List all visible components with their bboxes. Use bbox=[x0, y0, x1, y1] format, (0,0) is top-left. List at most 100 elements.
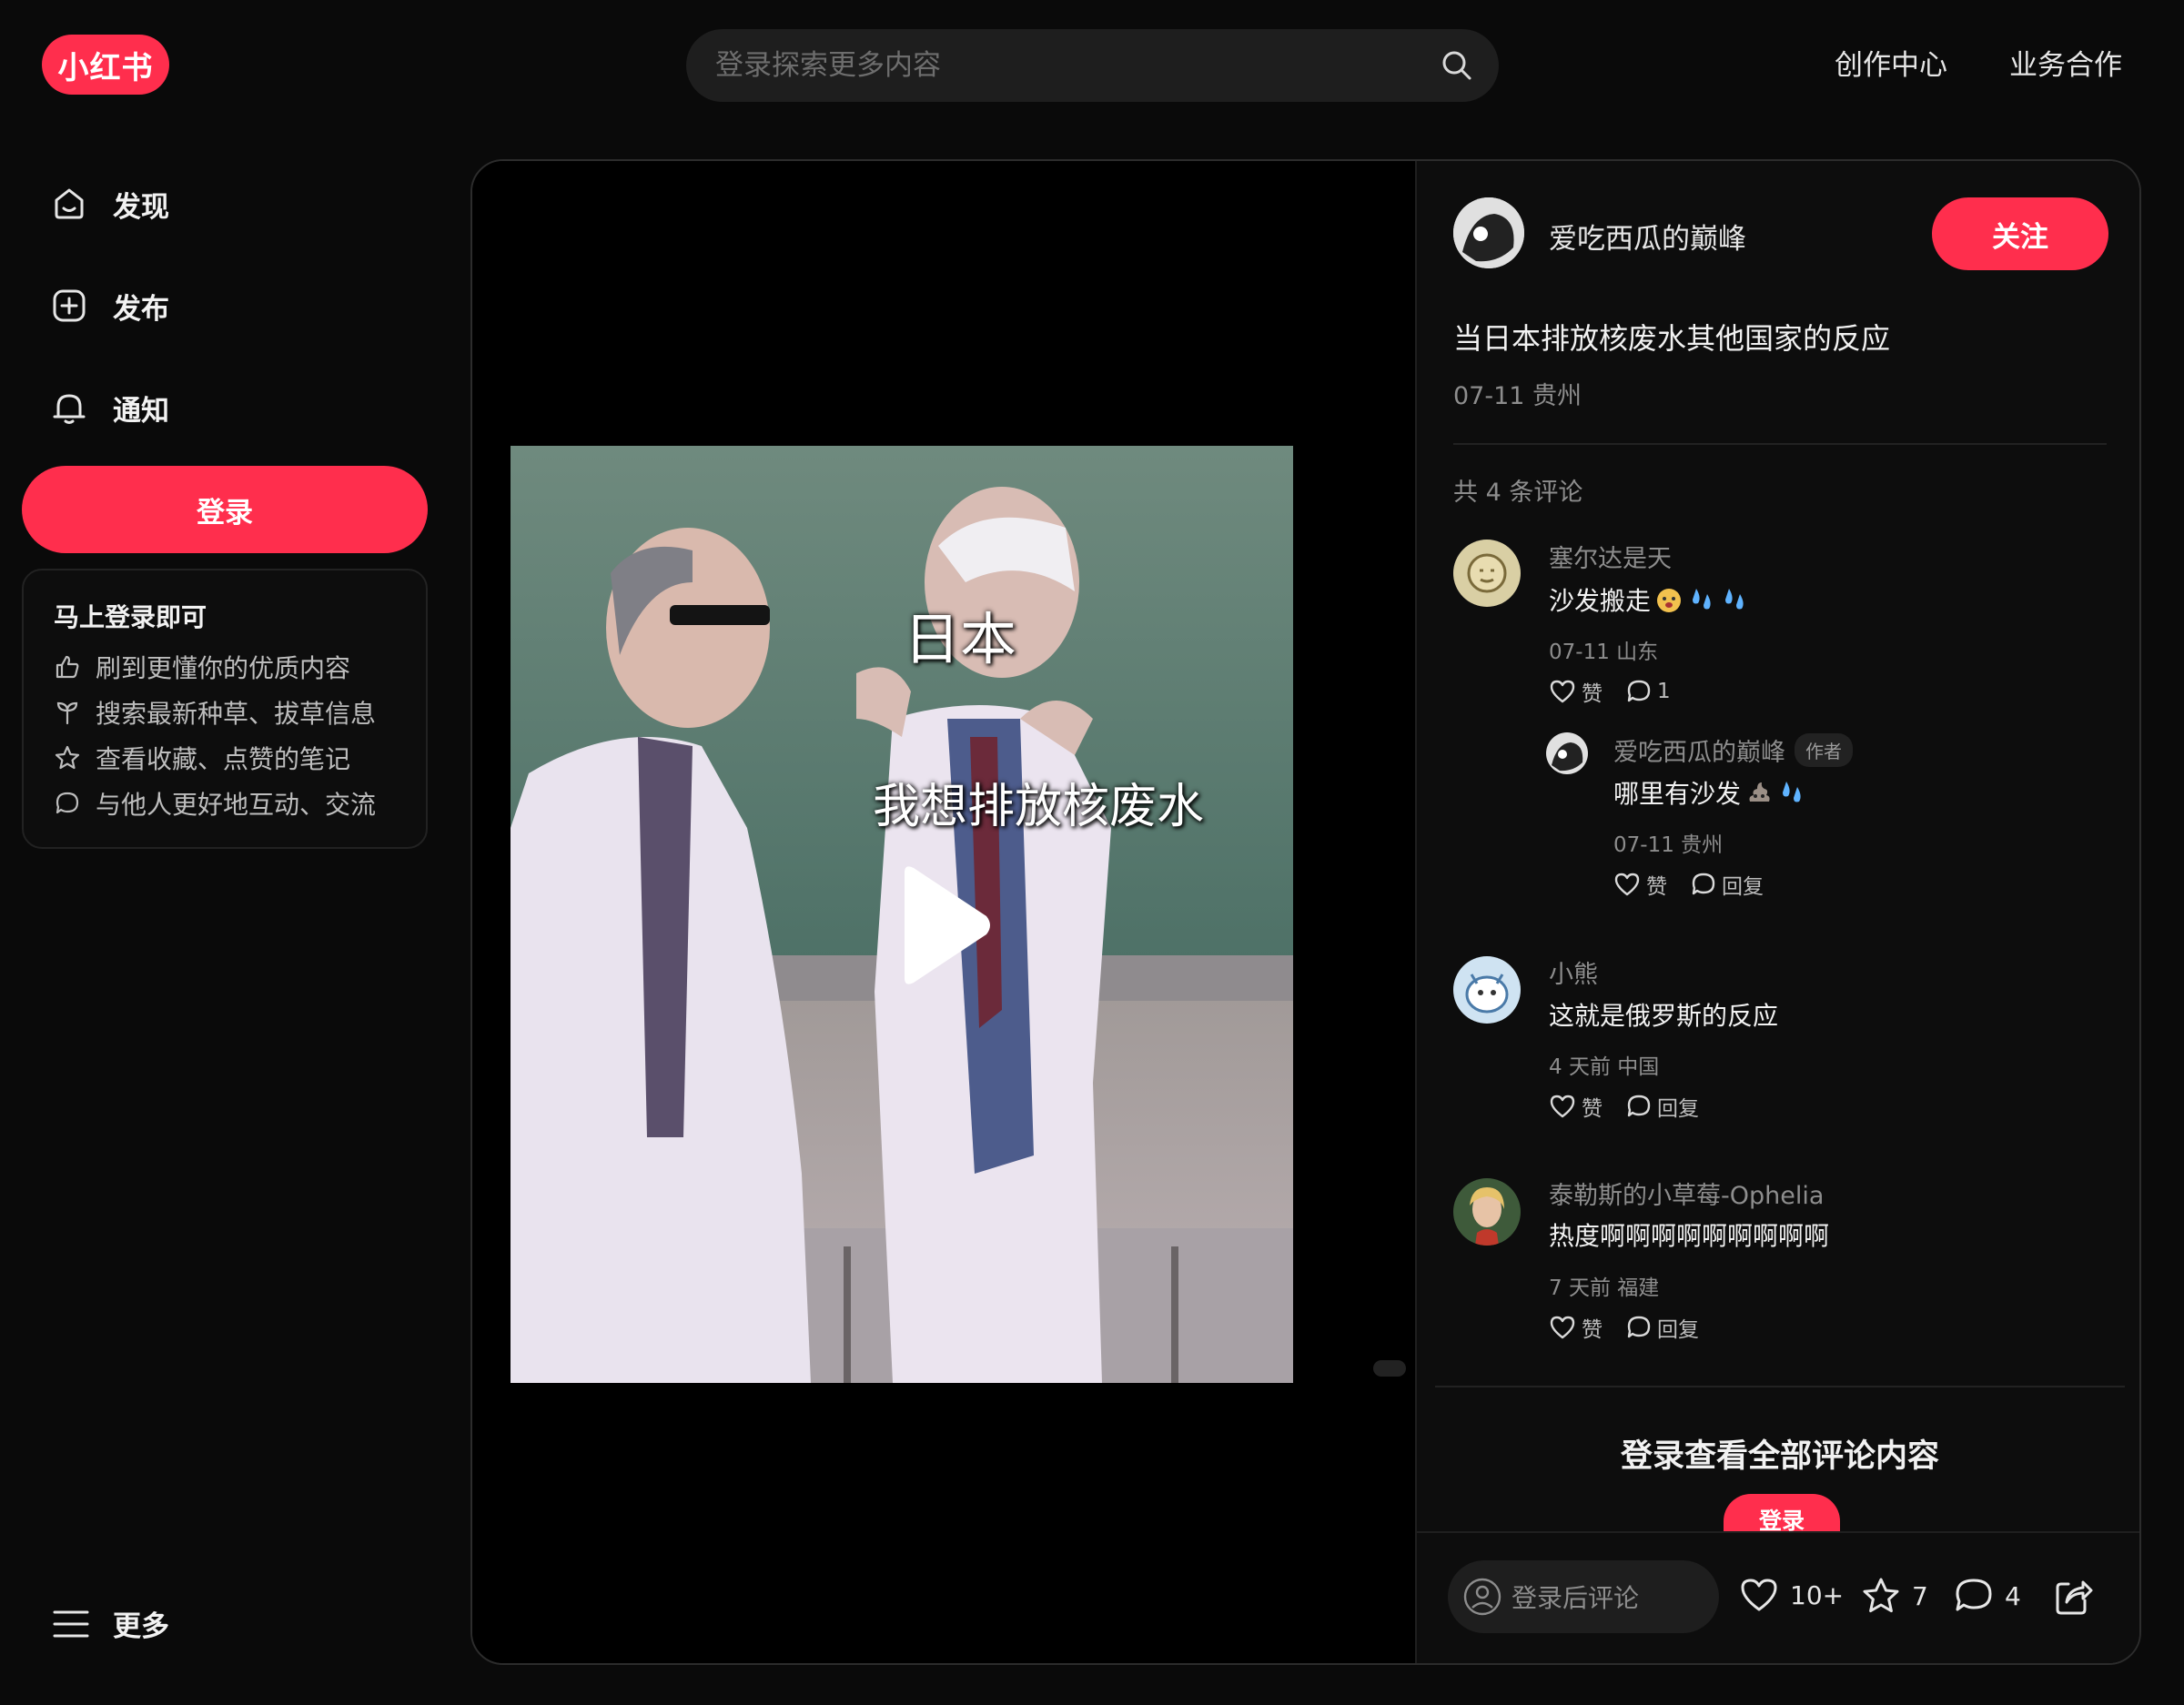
promo-row: 查看收藏、点赞的笔记 bbox=[54, 740, 350, 776]
login-promo-card: 马上登录即可 刷到更懂你的优质内容 搜索最新种草、拔草信息 查看收藏、点赞的笔记… bbox=[22, 569, 428, 849]
reply-meta: 07-11 贵州 bbox=[1613, 833, 1724, 857]
reply-label[interactable]: 回复 bbox=[1722, 869, 1764, 900]
reply-body: 哪里有沙发 bbox=[1613, 774, 1806, 811]
reply-icon[interactable] bbox=[1626, 1315, 1652, 1340]
emoji-sweat-icon bbox=[1687, 585, 1716, 614]
collect-count: 7 bbox=[1912, 1580, 1928, 1611]
note-date-location: 07-11 贵州 bbox=[1453, 382, 1582, 410]
reply-icon[interactable] bbox=[1691, 872, 1716, 897]
menu-icon bbox=[53, 1609, 89, 1639]
comment-author[interactable]: 塞尔达是天 bbox=[1549, 539, 1672, 574]
sidebar-item-label: 发布 bbox=[113, 292, 169, 326]
reply-label[interactable]: 回复 bbox=[1657, 1091, 1699, 1122]
bell-icon bbox=[51, 389, 87, 426]
comment-author[interactable]: 泰勒斯的小草莓-Ophelia bbox=[1549, 1175, 1824, 1211]
sidebar-item-label: 发现 bbox=[113, 190, 169, 224]
reply-actions: 赞 回复 bbox=[1613, 869, 1787, 900]
login-button[interactable]: 登录 bbox=[22, 466, 428, 553]
reply-icon[interactable] bbox=[1626, 679, 1652, 704]
comment-count-button[interactable]: 4 bbox=[1954, 1577, 2021, 1615]
plus-square-icon bbox=[51, 288, 87, 324]
promo-text: 刷到更懂你的优质内容 bbox=[96, 653, 351, 683]
like-label[interactable]: 赞 bbox=[1582, 1091, 1603, 1122]
heart-icon[interactable] bbox=[1549, 1315, 1576, 1340]
video-caption-middle: 我想排放核废水 bbox=[872, 780, 1205, 834]
heart-icon[interactable] bbox=[1613, 872, 1641, 897]
reply-text: 哪里有沙发 bbox=[1613, 779, 1742, 809]
engagement-bar: 登录后评论 10+ 7 4 bbox=[1417, 1531, 2139, 1663]
author-avatar[interactable] bbox=[1453, 197, 1524, 268]
comment-text: 沙发搬走 bbox=[1549, 586, 1652, 616]
thumb-up-icon bbox=[54, 653, 81, 681]
note-title: 当日本排放核废水其他国家的反应 bbox=[1453, 321, 1891, 356]
author-tag: 作者 bbox=[1795, 733, 1853, 767]
sidebar-item-notifications[interactable]: 通知 bbox=[51, 380, 415, 435]
search-icon[interactable] bbox=[1441, 49, 1473, 82]
promo-text: 搜索最新种草、拔草信息 bbox=[96, 699, 377, 729]
emoji-face-icon bbox=[1654, 585, 1684, 614]
comment-text: 这就是俄罗斯的反应 bbox=[1549, 1001, 1779, 1031]
sidebar-item-label: 通知 bbox=[113, 394, 169, 428]
divider bbox=[1435, 1386, 2125, 1387]
share-icon bbox=[2054, 1577, 2094, 1617]
comment-actions: 赞 1 bbox=[1549, 676, 1694, 707]
sprout-icon bbox=[54, 699, 81, 726]
follow-button[interactable]: 关注 bbox=[1932, 197, 2108, 270]
reply-header: 爱吃西瓜的巅峰 作者 bbox=[1613, 732, 1853, 768]
search-input[interactable]: 登录探索更多内容 bbox=[715, 29, 941, 102]
author-name[interactable]: 爱吃西瓜的巅峰 bbox=[1549, 216, 1746, 257]
more-menu[interactable]: 更多 bbox=[53, 1603, 169, 1644]
emoji-sweat-icon bbox=[1777, 778, 1806, 807]
reply-icon[interactable] bbox=[1626, 1094, 1652, 1119]
chat-bubble-icon bbox=[54, 790, 81, 817]
promo-row: 刷到更懂你的优质内容 bbox=[54, 649, 350, 685]
promo-row: 与他人更好地互动、交流 bbox=[54, 785, 376, 822]
collect-count-button[interactable]: 7 bbox=[1861, 1577, 1928, 1615]
reply-author[interactable]: 爱吃西瓜的巅峰 bbox=[1613, 732, 1785, 768]
creator-center-link[interactable]: 创作中心 bbox=[1835, 45, 1947, 86]
comment-actions: 赞 回复 bbox=[1549, 1312, 1723, 1343]
reply-label[interactable]: 回复 bbox=[1657, 1312, 1699, 1343]
emoji-poop-icon bbox=[1744, 778, 1774, 807]
like-count-button[interactable]: 10+ bbox=[1739, 1577, 1844, 1613]
comment-meta: 07-11 山东 bbox=[1549, 641, 1659, 664]
video-player[interactable]: 日本 我想排放核废水 bbox=[472, 161, 1415, 1663]
share-button[interactable] bbox=[2054, 1577, 2094, 1617]
video-badge bbox=[1373, 1360, 1406, 1377]
note-side-panel: 爱吃西瓜的巅峰 关注 当日本排放核废水其他国家的反应 07-11 贵州 共 4 … bbox=[1415, 161, 2139, 1663]
comment-count: 共 4 条评论 bbox=[1453, 479, 1583, 507]
reply-avatar[interactable] bbox=[1546, 732, 1588, 774]
reply-label[interactable]: 1 bbox=[1657, 680, 1671, 703]
sidebar-item-publish[interactable]: 发布 bbox=[51, 278, 415, 333]
like-label[interactable]: 赞 bbox=[1582, 676, 1603, 707]
promo-text: 与他人更好地互动、交流 bbox=[96, 790, 377, 820]
search-bar[interactable]: 登录探索更多内容 bbox=[686, 29, 1499, 102]
logo[interactable]: 小红书 bbox=[42, 35, 169, 95]
comment-input[interactable]: 登录后评论 bbox=[1448, 1560, 1719, 1633]
like-label[interactable]: 赞 bbox=[1582, 1312, 1603, 1343]
comment-avatar[interactable] bbox=[1453, 956, 1521, 1024]
comment-input-placeholder: 登录后评论 bbox=[1512, 1583, 1640, 1613]
chat-bubble-icon bbox=[1954, 1577, 1994, 1615]
promo-row: 搜索最新种草、拔草信息 bbox=[54, 694, 376, 731]
comment-actions: 赞 回复 bbox=[1549, 1091, 1723, 1122]
comment-meta: 4 天前 中国 bbox=[1549, 1055, 1660, 1079]
emoji-sweat-icon bbox=[1720, 585, 1749, 614]
like-label[interactable]: 赞 bbox=[1646, 869, 1667, 900]
comment-avatar[interactable] bbox=[1453, 540, 1521, 607]
sidebar-item-discover[interactable]: 发现 bbox=[51, 177, 415, 231]
comment-author[interactable]: 小熊 bbox=[1549, 954, 1598, 990]
play-icon[interactable] bbox=[886, 862, 996, 989]
heart-icon[interactable] bbox=[1549, 1094, 1576, 1119]
heart-icon[interactable] bbox=[1549, 679, 1576, 704]
heart-icon bbox=[1739, 1577, 1779, 1613]
home-icon bbox=[51, 186, 87, 222]
divider bbox=[1453, 443, 2107, 445]
user-icon bbox=[1462, 1577, 1502, 1617]
business-link[interactable]: 业务合作 bbox=[2009, 45, 2122, 86]
comment-meta: 7 天前 福建 bbox=[1549, 1276, 1660, 1300]
comment-avatar[interactable] bbox=[1453, 1178, 1521, 1246]
note-detail-card: 日本 我想排放核废水 爱吃西瓜的巅峰 关注 当日本排放核废水其他国家的反应 07… bbox=[470, 159, 2141, 1665]
star-icon bbox=[54, 744, 81, 772]
login-to-see-comments: 登录查看全部评论内容 bbox=[1620, 1438, 1939, 1475]
